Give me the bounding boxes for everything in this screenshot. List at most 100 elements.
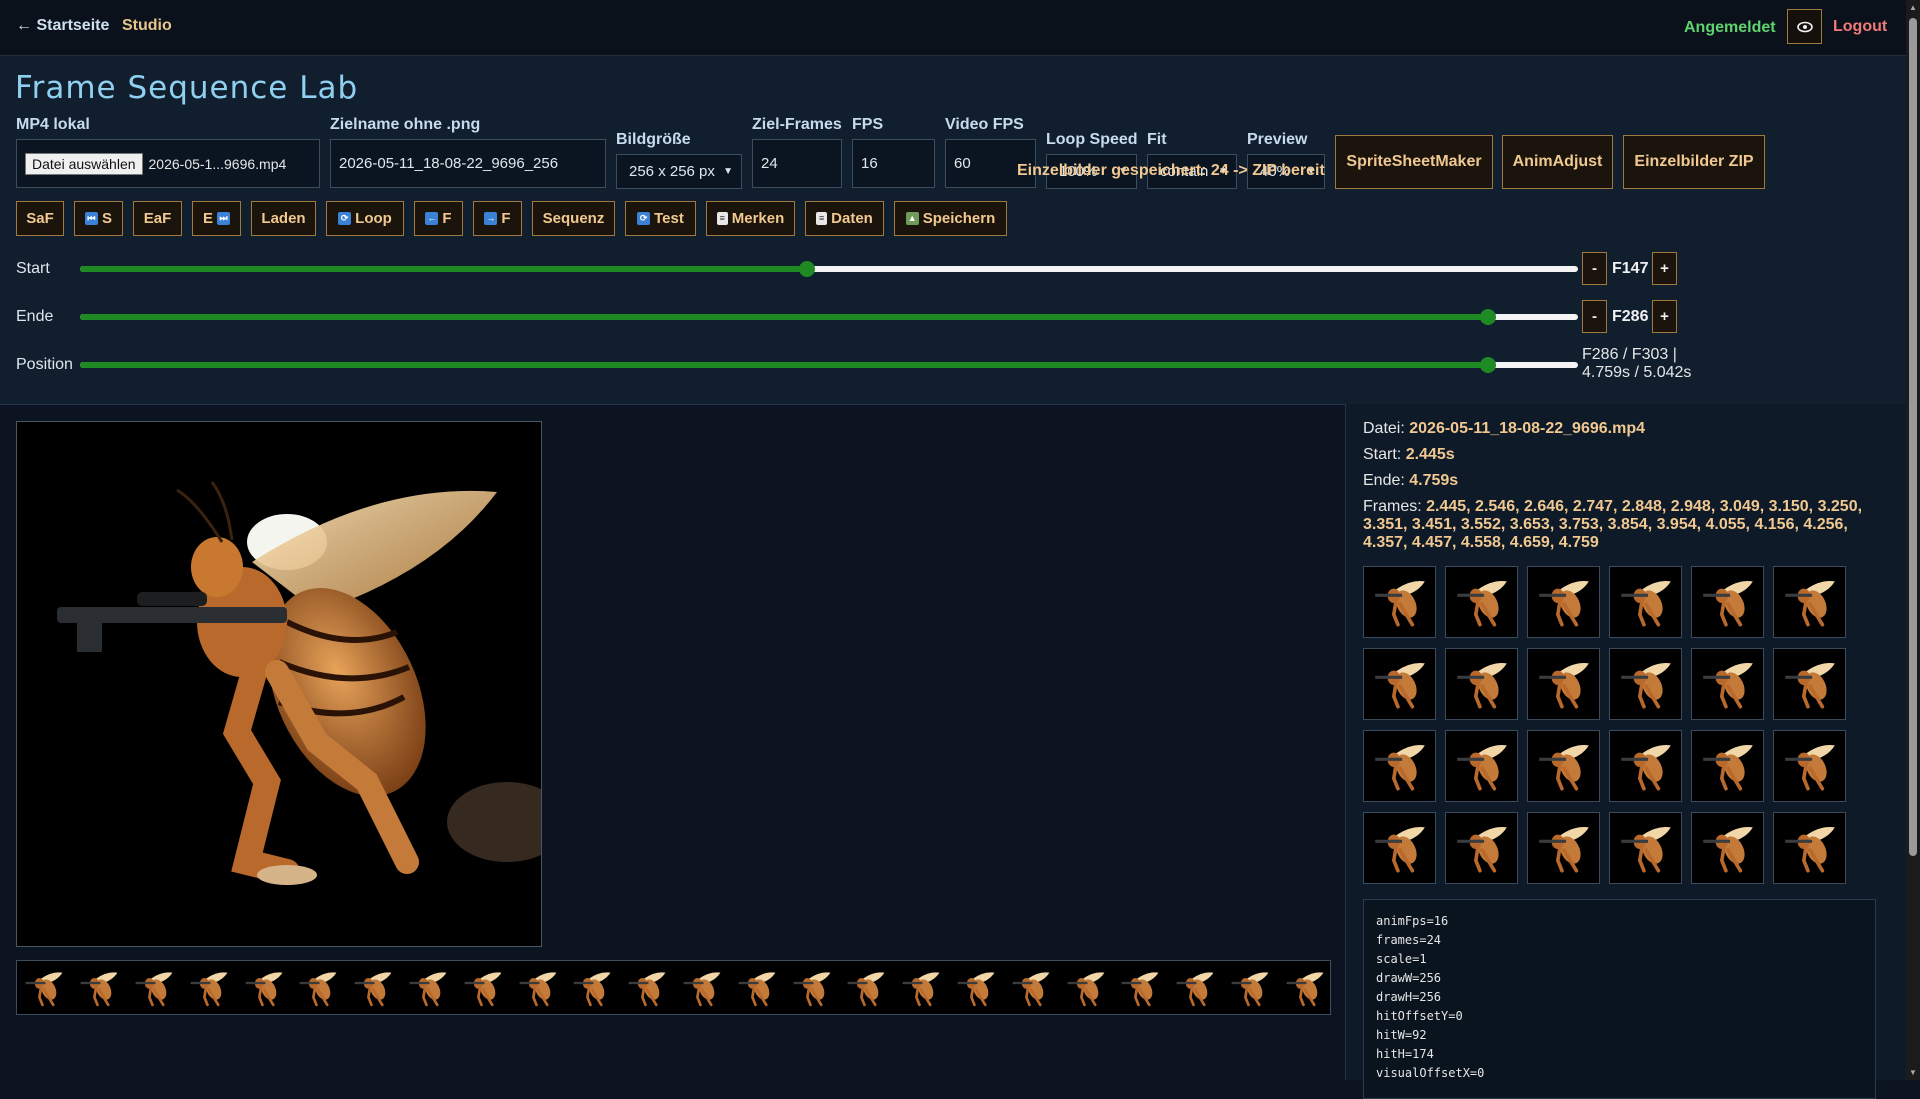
strip-frame-thumbnail[interactable] [839, 961, 894, 1014]
position-slider[interactable] [80, 357, 1578, 373]
spritesheetmaker-button[interactable]: SpriteSheetMaker [1335, 135, 1493, 189]
frame-forward-button[interactable]: → F [473, 201, 522, 236]
strip-frame-thumbnail[interactable] [291, 961, 346, 1014]
frame-thumbnail[interactable] [1527, 730, 1600, 802]
view-toggle-button[interactable] [1787, 9, 1822, 44]
strip-frame-thumbnail[interactable] [565, 961, 620, 1014]
zielframes-input[interactable] [752, 139, 842, 188]
frame-thumbnail[interactable] [1609, 730, 1682, 802]
frame-thumbnail[interactable] [1773, 648, 1846, 720]
mp4-file-input[interactable]: Datei auswählen 2026-05-1...9696.mp4 [16, 139, 320, 188]
frame-thumbnail[interactable] [1445, 812, 1518, 884]
strip-frame-thumbnail[interactable] [72, 961, 127, 1014]
strip-frame-thumbnail[interactable] [784, 961, 839, 1014]
strip-frame-thumbnail[interactable] [949, 961, 1004, 1014]
frame-thumbnail[interactable] [1363, 730, 1436, 802]
frame-thumbnail[interactable] [1773, 566, 1846, 638]
home-link[interactable]: ← Startseite [16, 17, 109, 35]
frame-thumbnail[interactable] [1445, 648, 1518, 720]
eye-icon [1796, 21, 1813, 32]
frames-info: Frames: 2.445, 2.546, 2.646, 2.747, 2.84… [1363, 498, 1873, 552]
strip-frame-thumbnail[interactable] [1058, 961, 1113, 1014]
strip-frame-thumbnail[interactable] [401, 961, 456, 1014]
end-forward-button[interactable]: E ⏭ [192, 201, 241, 236]
strip-frame-thumbnail[interactable] [1168, 961, 1223, 1014]
frame-thumbnail[interactable] [1773, 812, 1846, 884]
frame-thumbnail[interactable] [1691, 566, 1764, 638]
start-slider-handle[interactable] [798, 261, 815, 277]
strip-frame-thumbnail[interactable] [1113, 961, 1168, 1014]
laden-button[interactable]: Laden [251, 201, 316, 236]
frame-thumbnail[interactable] [1691, 812, 1764, 884]
frame-thumbnail[interactable] [1691, 648, 1764, 720]
logout-link[interactable]: Logout [1833, 18, 1887, 36]
position-slider-handle[interactable] [1480, 357, 1497, 373]
loop-button[interactable]: ⟳ Loop [326, 201, 404, 236]
eaf-button[interactable]: EaF [133, 201, 182, 236]
strip-frame-thumbnail[interactable] [675, 961, 730, 1014]
frame-thumbnail[interactable] [1363, 566, 1436, 638]
fps-label: FPS [852, 116, 884, 133]
strip-frame-thumbnail[interactable] [729, 961, 784, 1014]
strip-frame-thumbnail[interactable] [17, 961, 72, 1014]
strip-frame-thumbnail[interactable] [181, 961, 236, 1014]
strip-frame-thumbnail[interactable] [1277, 961, 1330, 1014]
ende-slider[interactable] [80, 309, 1578, 325]
strip-frame-thumbnail[interactable] [346, 961, 401, 1014]
frame-thumbnail[interactable] [1773, 730, 1846, 802]
strip-frame-thumbnail[interactable] [455, 961, 510, 1014]
frame-thumbnail[interactable] [1527, 566, 1600, 638]
scroll-down-icon[interactable]: ▼ [1909, 1068, 1917, 1077]
datei-info: Datei: 2026-05-11_18-08-22_9696.mp4 [1363, 420, 1645, 438]
saf-button[interactable]: SaF [16, 201, 64, 236]
frame-thumbnail[interactable] [1363, 648, 1436, 720]
merken-button[interactable]: ≡ Merken [706, 201, 795, 236]
bildgroesse-select[interactable]: 256 x 256 px ▼ [616, 154, 742, 189]
animadjust-button[interactable]: AnimAdjust [1502, 135, 1613, 189]
start-plus-button[interactable]: + [1652, 252, 1677, 285]
ende-minus-button[interactable]: - [1582, 300, 1607, 333]
frame-thumbnail[interactable] [1691, 730, 1764, 802]
page-scrollbar[interactable]: ▲ ▼ [1906, 0, 1920, 1080]
studio-link[interactable]: Studio [122, 17, 172, 35]
ende-plus-button[interactable]: + [1652, 300, 1677, 333]
frame-thumbnail[interactable] [1445, 566, 1518, 638]
einzelbilder-zip-button[interactable]: Einzelbilder ZIP [1623, 135, 1765, 189]
ende-slider-handle[interactable] [1480, 309, 1497, 325]
scroll-up-icon[interactable]: ▲ [1909, 3, 1917, 12]
ende-frame-value: F286 [1612, 308, 1649, 325]
start-slider[interactable] [80, 261, 1578, 277]
config-line: drawH=256 [1376, 990, 1442, 1004]
chevron-down-icon: ▼ [723, 166, 733, 177]
daten-button[interactable]: ≡ Daten [805, 201, 884, 236]
frame-thumbnail[interactable] [1527, 648, 1600, 720]
frame-thumbnail[interactable] [1609, 566, 1682, 638]
frame-thumbnail[interactable] [1527, 812, 1600, 884]
strip-frame-thumbnail[interactable] [620, 961, 675, 1014]
strip-frame-thumbnail[interactable] [894, 961, 949, 1014]
strip-frame-thumbnail[interactable] [127, 961, 182, 1014]
start-rewind-button[interactable]: ⏮ S [74, 201, 123, 236]
scrollbar-thumb[interactable] [1909, 18, 1917, 856]
start-minus-button[interactable]: - [1582, 252, 1607, 285]
test-button[interactable]: ⟳ Test [625, 201, 696, 236]
frame-back-button[interactable]: ← F [414, 201, 463, 236]
frame-thumbnail[interactable] [1363, 812, 1436, 884]
choose-file-button[interactable]: Datei auswählen [25, 152, 143, 175]
config-line: frames=24 [1376, 933, 1442, 947]
strip-frame-thumbnail[interactable] [1223, 961, 1278, 1014]
fps-input[interactable] [852, 139, 935, 188]
frame-thumbnail[interactable] [1445, 730, 1518, 802]
strip-frame-thumbnail[interactable] [510, 961, 565, 1014]
frame-thumbnail[interactable] [1609, 648, 1682, 720]
speichern-button[interactable]: ▲ Speichern [894, 201, 1007, 236]
sequenz-button[interactable]: Sequenz [532, 201, 615, 236]
e-label: E [202, 210, 213, 227]
strip-frame-thumbnail[interactable] [236, 961, 291, 1014]
strip-frame-thumbnail[interactable] [1003, 961, 1058, 1014]
ffwd-label: F [501, 210, 511, 227]
frame-thumbnail[interactable] [1609, 812, 1682, 884]
frame-strip [16, 960, 1331, 1015]
page-title: Frame Sequence Lab [15, 70, 359, 106]
zielname-input[interactable] [330, 139, 606, 188]
